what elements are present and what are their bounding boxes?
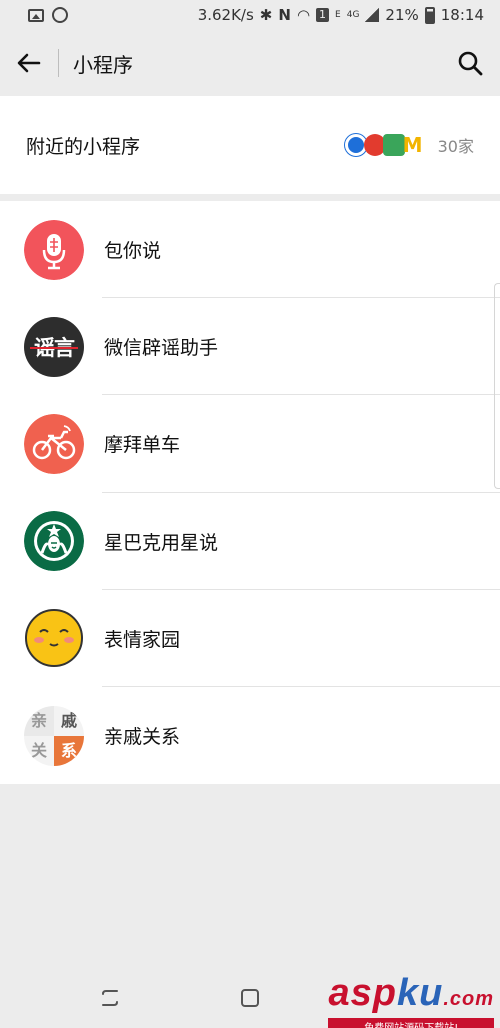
watermark-subtitle: 免费网站源码下载站! [328,1018,494,1028]
nfc-icon: N [278,6,291,24]
notification-badge: 1 [316,8,330,22]
rumor-icon: 谣言 [24,316,84,377]
status-bar: 3.62K/s ✱ N ◠ 1 E 4G 21% 18:14 [0,0,500,30]
app-name: 包你说 [104,240,162,263]
header-divider [58,49,59,77]
app-header: 小程序 [0,30,500,96]
search-icon [458,51,483,76]
status-left [28,7,168,23]
relatives-icon-char: 亲 [24,705,54,736]
list-item[interactable]: 表情家园 [0,590,500,687]
relatives-icon-char: 戚 [54,705,84,736]
bluetooth-icon: ✱ [259,6,273,24]
mini-program-list: 包你说 谣言 微信辟谣助手 摩拜单车 星巴克用星说 表情家园 亲 戚 关 系 亲… [0,201,500,784]
list-item[interactable]: 包你说 [0,201,500,299]
weather-icon [52,7,68,23]
microphone-icon [24,219,84,280]
image-notification-icon [28,8,44,22]
app-name: 微信辟谣助手 [104,337,219,360]
nearby-right: M 30家 [344,133,474,157]
relatives-icon-char: 系 [54,735,84,766]
battery-icon [424,6,435,24]
page-title: 小程序 [73,52,133,77]
watermark-logo: aspku.com 免费网站源码下载站! [328,974,494,1028]
clock: 18:14 [440,6,484,24]
relatives-icon-char: 关 [24,735,54,766]
bike-icon [24,413,84,474]
network-4g-label: 4G [346,10,360,20]
home-button[interactable] [230,978,270,1018]
status-right: 3.62K/s ✱ N ◠ 1 E 4G 21% 18:14 [198,6,484,24]
wifi-icon: ◠ [296,6,311,24]
app-name: 亲戚关系 [104,726,181,749]
navigation-bar: aspku.com 免费网站源码下载站! [0,968,500,1028]
starbucks-icon [24,511,84,572]
relatives-icon: 亲 戚 关 系 [24,705,84,766]
back-arrow-icon [17,53,41,73]
nearby-count: 30家 [437,137,474,156]
network-speed: 3.62K/s [197,6,254,24]
list-item[interactable]: 谣言 微信辟谣助手 [0,298,500,396]
smiley-face-icon [24,608,84,668]
list-item[interactable]: 星巴克用星说 [0,493,500,590]
network-e-label: E [335,10,341,20]
home-icon [241,989,259,1007]
nearby-logo-stack: M [344,133,424,157]
watermark-main-text: aspku.com [328,972,494,1014]
app-name: 摩拜单车 [104,434,181,457]
list-item[interactable]: 摩拜单车 [0,395,500,493]
strike-line [30,346,78,349]
app-name: 星巴克用星说 [104,531,219,554]
list-item[interactable]: 亲 戚 关 系 亲戚关系 [0,687,500,784]
back-button[interactable] [0,30,58,96]
search-button[interactable] [440,30,500,96]
recents-icon [102,990,118,1006]
edge-panel-handle[interactable] [494,283,500,489]
mcdonalds-logo-icon: M [402,133,423,157]
signal-icon [365,8,380,22]
app-name: 表情家园 [104,628,181,651]
nearby-mini-programs-row[interactable]: 附近的小程序 M 30家 [0,96,500,194]
battery-percent: 21% [385,6,419,24]
nearby-label: 附近的小程序 [26,135,141,158]
recents-button[interactable] [90,978,130,1018]
